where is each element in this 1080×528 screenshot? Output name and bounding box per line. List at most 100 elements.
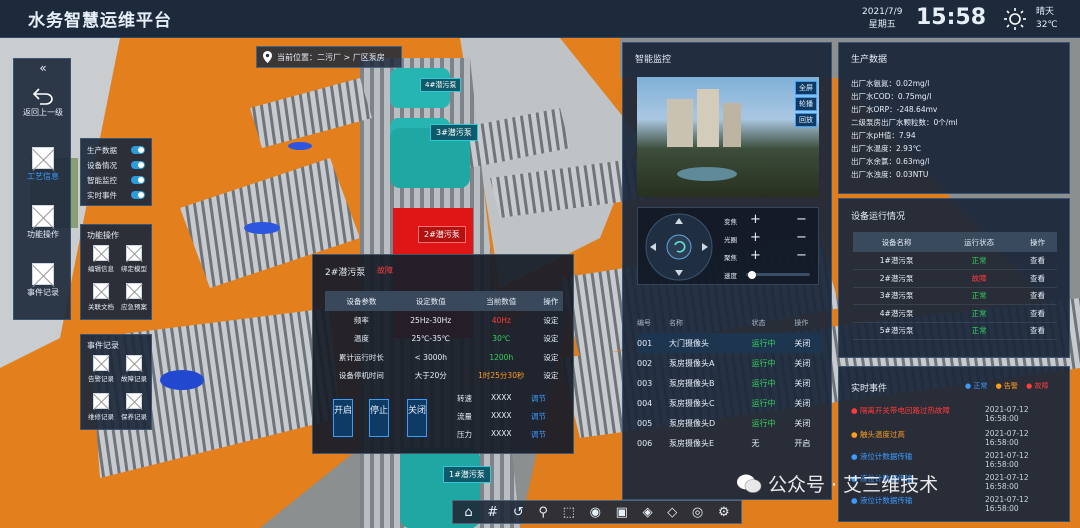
table-row[interactable]: 003 泵房摄像头B 运行中 关闭	[637, 373, 823, 393]
camera-toggle-button[interactable]: 关闭	[794, 333, 823, 353]
zoom-plus-button[interactable]: +	[750, 212, 761, 227]
set-button[interactable]: 设定	[539, 311, 563, 330]
events-panel: 实时事件 ● 正常 ● 告警 ● 故障 ● 隔离开关带电回路过热故障 2021-0…	[838, 366, 1070, 522]
speed-slider-thumb[interactable]	[748, 270, 756, 279]
view-button[interactable]: 查看	[1018, 304, 1057, 323]
col-device: 设备名称	[853, 232, 941, 252]
op-bind[interactable]: 绑定模型	[118, 245, 150, 273]
camera-toggle-button[interactable]: 关闭	[794, 373, 823, 393]
direction-pad[interactable]	[644, 212, 714, 282]
view-button[interactable]: 查看	[1018, 322, 1057, 340]
event-date: 2021-07-12 16:58:00	[985, 451, 1029, 469]
focus-plus-button[interactable]: +	[750, 248, 761, 263]
close-pump-button[interactable]: 关闭	[407, 399, 427, 437]
camera-toggle-button[interactable]: 关闭	[794, 353, 823, 373]
settings-icon[interactable]: ⚙	[718, 505, 730, 520]
nav-events[interactable]: 事件记录	[14, 263, 72, 298]
rec-fault[interactable]: 故障记录	[118, 355, 150, 383]
prod-line: 出厂水浊度：0.03NTU	[851, 170, 929, 179]
cell: 运行中	[751, 378, 776, 388]
focus-minus-button[interactable]: −	[796, 248, 807, 263]
tag-pump-4[interactable]: 4#潜污泵	[420, 78, 462, 92]
function-ops-panel: 功能操作 编辑信息 绑定模型 关联文档 应急预案	[80, 224, 152, 320]
back-button[interactable]: 返回上一级	[14, 87, 72, 118]
tag-pump-1[interactable]: 1#潜污泵	[443, 466, 491, 483]
toggle-events[interactable]	[131, 191, 145, 199]
event-records-panel: 事件记录 告警记录 故障记录 维修记录 保养记录	[80, 334, 152, 430]
fullscreen-button[interactable]: 全屏	[795, 81, 817, 95]
view-button[interactable]: 查看	[1018, 252, 1057, 270]
stop-button[interactable]: 停止	[369, 399, 389, 437]
carousel-button[interactable]: 轮播	[795, 97, 817, 111]
select-icon[interactable]: ⬚	[563, 505, 575, 520]
toggle-monitor[interactable]	[131, 176, 145, 184]
monitor-panel: 智能监控 全屏 轮播 回放 变焦 光圈 聚焦 速度 + − + − + − 编号…	[622, 42, 832, 500]
table-row: 5#潜污泵 正常 查看	[853, 322, 1057, 340]
collapse-button[interactable]: «	[14, 61, 72, 75]
start-button[interactable]: 开启	[333, 399, 353, 437]
nav-process[interactable]: 工艺信息	[14, 147, 72, 182]
tag-pump-2[interactable]: 2#潜污泵	[418, 226, 466, 243]
cell: 1200h	[489, 352, 514, 362]
table-row[interactable]: 005 泵房摄像头D 运行中 关闭	[637, 413, 823, 433]
cell: 泵房摄像头C	[669, 398, 715, 408]
status-badge: 正常	[940, 287, 1019, 305]
breadcrumb-path[interactable]: 二污厂 > 厂区泵房	[317, 52, 385, 63]
nav-function[interactable]: 功能操作	[14, 205, 72, 240]
toggle-devices[interactable]	[131, 161, 145, 169]
camera-feed[interactable]: 全屏 轮播 回放	[637, 77, 819, 197]
nav-process-label: 工艺信息	[27, 172, 59, 181]
set-button[interactable]: 设定	[539, 367, 563, 386]
measure-icon[interactable]: ◎	[692, 505, 703, 520]
rec-maint[interactable]: 保养记录	[118, 393, 150, 421]
op-docs[interactable]: 关联文档	[85, 283, 117, 311]
pump-popup: 2#潜污泵 故障 设备参数 设定数值 当前数值 操作 频率 25Hz-30Hz 40…	[312, 254, 574, 454]
event-row[interactable]: ● 液位计数据传输 2021-07-12 16:58:00	[851, 451, 1033, 469]
cell: 30℃	[492, 334, 511, 344]
weekday: 星期五	[868, 20, 896, 30]
table-row[interactable]: 001 大门摄像头 运行中 关闭	[637, 333, 823, 353]
home-icon[interactable]: ⌂	[464, 505, 472, 520]
camera-toggle-button[interactable]: 开启	[794, 433, 823, 453]
production-list: 出厂水氨氮：0.02mg/l 出厂水COD：0.75mg/l 出厂水ORP：-2…	[851, 77, 958, 181]
walk-icon[interactable]: ⚲	[538, 505, 548, 520]
cube-icon[interactable]: ▣	[616, 505, 628, 520]
camera-toggle-button[interactable]: 关闭	[794, 413, 823, 433]
layer-production: 生产数据	[87, 146, 117, 155]
op-plan[interactable]: 应急预案	[118, 283, 150, 311]
prod-line: 出厂水温度：2.93℃	[851, 144, 922, 153]
pressure-adjust-button[interactable]: 调节	[531, 429, 546, 440]
cell: < 3000h	[414, 352, 448, 362]
event-row[interactable]: ● 隔离开关带电回路过热故障 2021-07-12 16:58:00	[851, 405, 1033, 423]
iris-plus-button[interactable]: +	[750, 230, 761, 245]
back-label: 返回上一级	[23, 108, 63, 117]
view-button[interactable]: 查看	[1018, 269, 1057, 288]
table-row[interactable]: 004 泵房摄像头C 运行中 关闭	[637, 393, 823, 413]
toggle-production[interactable]	[131, 146, 145, 154]
cell: 运行中	[751, 338, 776, 348]
edit-icon	[93, 245, 109, 261]
camera-toggle-button[interactable]: 关闭	[794, 393, 823, 413]
zoom-minus-button[interactable]: −	[796, 212, 807, 227]
grid-icon[interactable]: #	[487, 505, 498, 520]
set-button[interactable]: 设定	[539, 348, 563, 367]
tag-pump-3[interactable]: 3#潜污泵	[430, 124, 478, 141]
iris-minus-button[interactable]: −	[796, 230, 807, 245]
table-row[interactable]: 002 泵房摄像头A 运行中 关闭	[637, 353, 823, 373]
speed-adjust-button[interactable]: 调节	[531, 393, 546, 404]
op-edit[interactable]: 编辑信息	[85, 245, 117, 273]
rec-repair[interactable]: 维修记录	[85, 393, 117, 421]
playback-button[interactable]: 回放	[795, 113, 817, 127]
set-button[interactable]: 设定	[539, 330, 563, 349]
rotate-icon[interactable]: ↺	[513, 505, 524, 520]
event-row[interactable]: ● 触头温度过高 2021-07-12 16:58:00	[851, 429, 1033, 447]
speed-slider[interactable]	[746, 270, 810, 279]
eye-icon[interactable]: ◉	[590, 505, 601, 520]
rec-alarm[interactable]: 告警记录	[85, 355, 117, 383]
box-icon[interactable]: ◇	[667, 505, 677, 520]
flow-adjust-button[interactable]: 调节	[531, 411, 546, 422]
table-row[interactable]: 006 泵房摄像头E 无 开启	[637, 433, 823, 453]
view-button[interactable]: 查看	[1018, 287, 1057, 305]
event-text: 隔离开关带电回路过热故障	[859, 406, 950, 415]
explode-icon[interactable]: ◈	[643, 505, 653, 520]
